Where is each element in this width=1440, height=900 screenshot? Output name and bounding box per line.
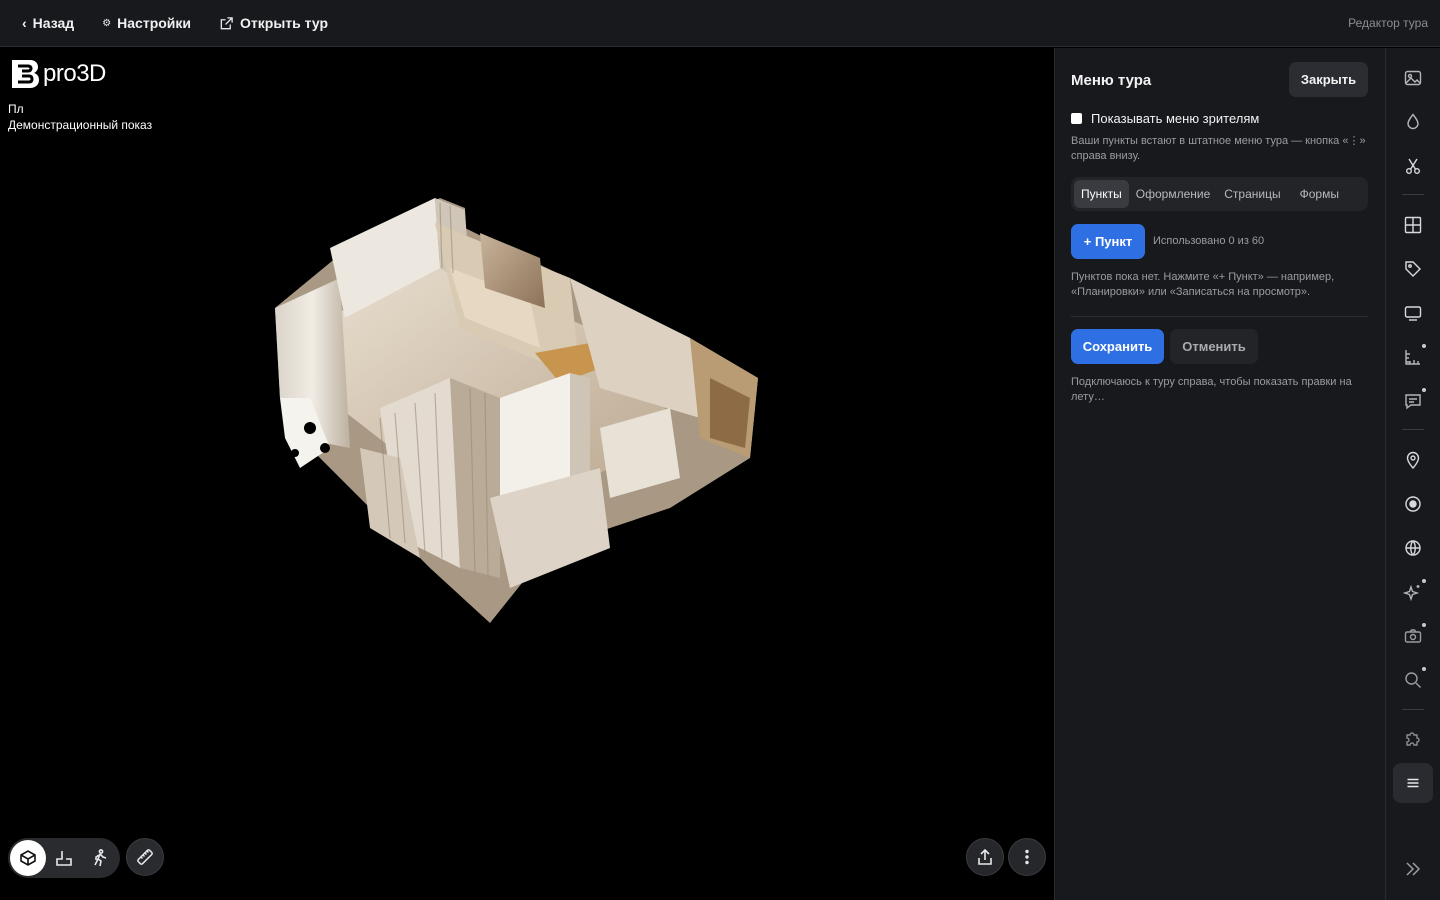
rail-grid-button[interactable] — [1398, 210, 1428, 240]
viewer-actions — [966, 838, 1046, 876]
tab-pages[interactable]: Страницы — [1217, 180, 1287, 208]
external-link-icon — [220, 16, 233, 29]
search-icon — [1405, 672, 1421, 688]
show-menu-checkbox[interactable] — [1071, 113, 1082, 124]
more-button[interactable] — [1008, 838, 1046, 876]
tour-menu-panel: Меню тура Закрыть Показывать меню зрител… — [1054, 48, 1385, 900]
sparkle-icon — [1403, 584, 1420, 602]
tour-viewer[interactable]: pro3D Пл Демонстрационный показ — [0, 48, 1054, 900]
tour-title: Пл Демонстрационный показ — [8, 101, 152, 133]
ruler-icon — [137, 849, 153, 865]
editor-label: Редактор тура — [1348, 16, 1428, 30]
rail-menu-button[interactable] — [1398, 768, 1428, 798]
floorplan-mode-button[interactable] — [46, 840, 82, 876]
show-menu-label: Показывать меню зрителям — [1091, 111, 1260, 126]
comment-icon — [1405, 394, 1421, 410]
tag-icon — [1405, 261, 1421, 277]
tour-full-name: Демонстрационный показ — [8, 118, 153, 132]
view-mode-group — [8, 838, 120, 878]
screen-icon — [1404, 306, 1422, 321]
walk-mode-button[interactable] — [82, 840, 118, 876]
camera-icon — [1404, 629, 1422, 643]
empty-hint: Пунктов пока нет. Нажмите «+ Пункт» — на… — [1071, 271, 1335, 298]
dollhouse-model[interactable] — [270, 148, 770, 628]
cancel-button[interactable]: Отменить — [1170, 329, 1258, 364]
rail-divider — [1402, 709, 1424, 710]
rail-badge-dot — [1422, 344, 1426, 348]
rail-scissors-button[interactable] — [1398, 151, 1428, 181]
rail-screen-button[interactable] — [1398, 298, 1428, 328]
usage-counter: Использовано 0 из 60 — [1153, 235, 1265, 247]
view-controls — [8, 838, 164, 878]
chevron-left-icon: ‹ — [22, 15, 27, 31]
rail-tag-button[interactable] — [1398, 254, 1428, 284]
back-label: Назад — [32, 15, 75, 31]
puzzle-icon — [1406, 732, 1420, 746]
rail-badge-dot — [1422, 667, 1426, 671]
rail-sparkle-button[interactable] — [1398, 577, 1428, 607]
rail-search-button[interactable] — [1398, 665, 1428, 695]
share-button[interactable] — [966, 838, 1004, 876]
back-button[interactable]: ‹ Назад — [22, 15, 74, 31]
add-item-button[interactable]: + Пункт — [1071, 224, 1145, 259]
rail-globe-button[interactable] — [1398, 533, 1428, 563]
rail-target-button[interactable] — [1398, 489, 1428, 519]
image-icon — [1404, 70, 1422, 86]
panel-tabs: Пункты Оформление Страницы Формы — [1071, 177, 1368, 211]
expand-icon — [1406, 862, 1421, 876]
dollhouse-mode-button[interactable] — [10, 840, 46, 876]
rail-divider — [1402, 194, 1424, 195]
rail-comment-button[interactable] — [1398, 386, 1428, 416]
settings-button[interactable]: ⚙ Настройки — [102, 15, 191, 31]
tab-items[interactable]: Пункты — [1074, 180, 1129, 208]
scissors-icon — [1406, 158, 1420, 174]
rail-drop-button[interactable] — [1398, 107, 1428, 137]
logo-text: pro3D — [43, 60, 106, 87]
tool-rail — [1385, 48, 1440, 900]
floorplan-icon — [56, 851, 72, 866]
show-menu-row[interactable]: Показывать меню зрителям — [1071, 111, 1259, 126]
dollhouse-icon — [20, 850, 36, 866]
rail-measure-plan-button[interactable] — [1398, 342, 1428, 372]
rail-puzzle-button[interactable] — [1398, 724, 1428, 754]
gear-icon: ⚙ — [102, 17, 112, 29]
menu-icon — [1407, 778, 1419, 788]
rail-expand-button[interactable] — [1398, 854, 1428, 884]
divider — [1071, 316, 1368, 317]
logo: pro3D — [10, 58, 106, 90]
logo-mark-icon — [12, 60, 39, 88]
rail-badge-dot — [1422, 623, 1426, 627]
tour-short-name: Пл — [8, 102, 24, 116]
top-bar: ‹ Назад ⚙ Настройки Открыть тур Редактор… — [0, 0, 1440, 47]
measure-plan-icon — [1405, 350, 1420, 365]
close-button[interactable]: Закрыть — [1289, 62, 1368, 97]
more-vertical-icon — [1025, 849, 1029, 865]
rail-pin-button[interactable] — [1398, 445, 1428, 475]
settings-label: Настройки — [117, 15, 192, 31]
tab-design[interactable]: Оформление — [1129, 180, 1217, 208]
rail-badge-dot — [1422, 579, 1426, 583]
status-text: Подключаюсь к туру справа, чтобы показат… — [1071, 376, 1352, 403]
globe-icon — [1405, 540, 1421, 556]
share-icon — [978, 848, 992, 865]
open-tour-button[interactable]: Открыть тур — [219, 15, 328, 31]
panel-title: Меню тура — [1071, 72, 1152, 89]
rail-badge-dot — [1422, 388, 1426, 392]
walk-icon — [94, 849, 107, 867]
open-tour-label: Открыть тур — [240, 15, 329, 31]
rail-divider — [1402, 429, 1424, 430]
rail-image-button[interactable] — [1398, 63, 1428, 93]
drop-icon — [1407, 113, 1419, 130]
measure-button[interactable] — [126, 838, 164, 876]
grid-icon — [1404, 216, 1422, 234]
show-menu-hint: Ваши пункты встают в штатное меню тура —… — [1071, 135, 1366, 162]
save-button[interactable]: Сохранить — [1071, 329, 1164, 364]
tab-forms[interactable]: Формы — [1293, 180, 1346, 208]
rail-camera-button[interactable] — [1398, 621, 1428, 651]
pin-icon — [1406, 451, 1420, 470]
target-icon — [1405, 496, 1421, 512]
